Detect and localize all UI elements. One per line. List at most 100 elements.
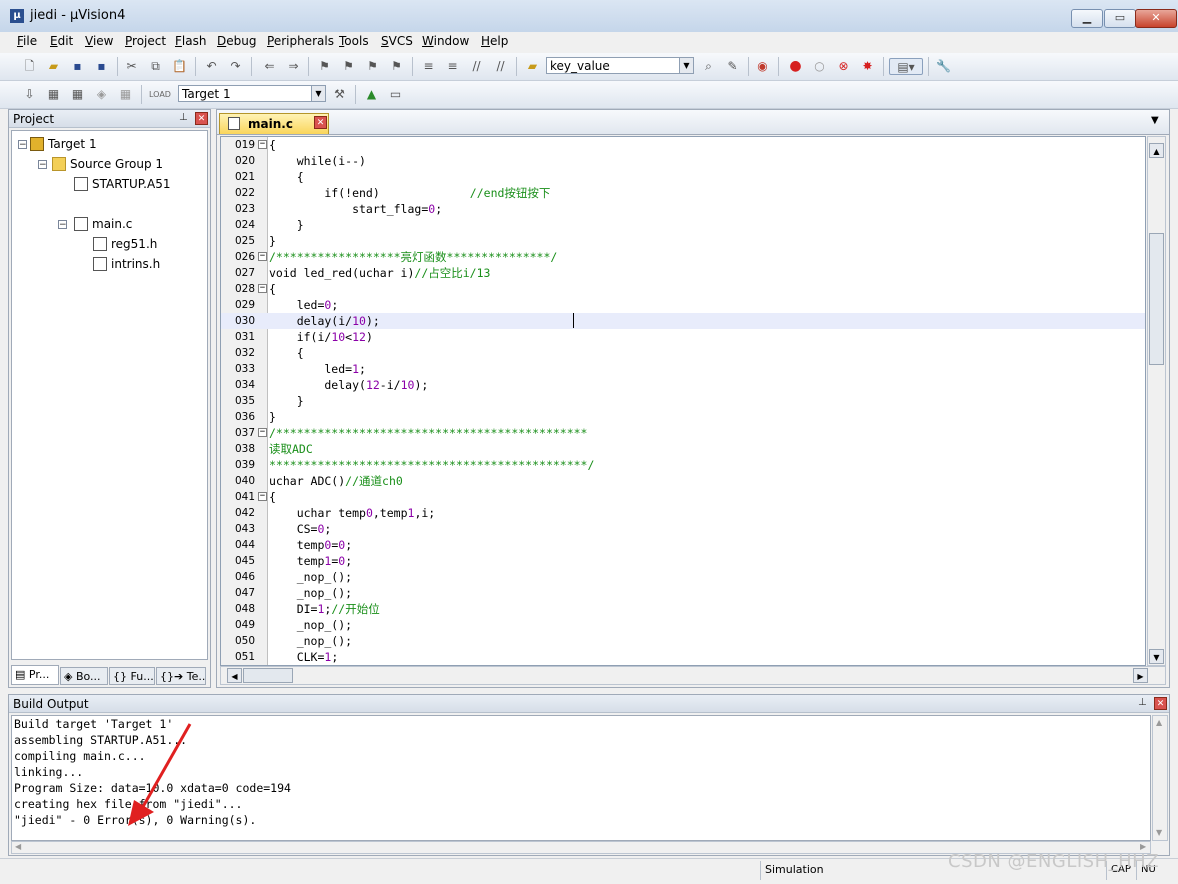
build-icon[interactable]: ▦ xyxy=(45,86,62,103)
menu-project[interactable]: Project xyxy=(125,34,166,48)
redo-icon[interactable]: ↷ xyxy=(227,58,244,75)
breakpoint-disable-all-icon[interactable]: ⊗ xyxy=(835,58,852,75)
chevron-down-icon[interactable]: ▼ xyxy=(311,86,325,101)
code-line[interactable]: 022 if(!end) //end按钮按下 xyxy=(221,185,1145,201)
tab-functions[interactable]: {} Fu... xyxy=(109,667,155,685)
scroll-left-icon[interactable]: ◀ xyxy=(227,668,242,683)
unindent-icon[interactable]: ≡ xyxy=(444,58,461,75)
menu-view[interactable]: View xyxy=(85,34,113,48)
bookmark-prev-icon[interactable]: ⚑ xyxy=(340,58,357,75)
select-packet-icon[interactable]: ▭ xyxy=(387,86,404,103)
code-line[interactable]: 030 delay(i/10); xyxy=(221,313,1145,329)
target-options-icon[interactable]: ⚒ xyxy=(331,86,348,103)
fold-toggle-icon[interactable]: − xyxy=(258,428,267,437)
pin-icon[interactable]: ⊥ xyxy=(1138,697,1147,708)
save-icon[interactable]: ▪ xyxy=(69,58,86,75)
code-line[interactable]: 048 DI=1;//开始位 xyxy=(221,601,1145,617)
build-vertical-scrollbar[interactable]: ▲ ▼ xyxy=(1152,715,1168,841)
incremental-find-icon[interactable]: ✎ xyxy=(724,58,741,75)
nav-forward-icon[interactable]: ⇒ xyxy=(285,58,302,75)
tab-templates[interactable]: {}➔ Te... xyxy=(156,667,206,685)
collapse-icon[interactable]: − xyxy=(38,160,47,170)
stop-build-icon[interactable]: ▦ xyxy=(117,86,134,103)
save-all-icon[interactable]: ▪ xyxy=(93,58,110,75)
uncomment-icon[interactable]: // xyxy=(492,58,509,75)
breakpoint-insert-icon[interactable]: ● xyxy=(787,58,804,75)
cut-icon[interactable]: ✂ xyxy=(123,58,140,75)
maximize-button[interactable]: ▭ xyxy=(1104,9,1136,28)
nav-back-icon[interactable]: ⇐ xyxy=(261,58,278,75)
debug-session-icon[interactable]: ◉ xyxy=(754,58,771,75)
target-combo[interactable]: Target 1 ▼ xyxy=(178,85,326,102)
paste-icon[interactable]: 📋 xyxy=(171,58,188,75)
code-line[interactable]: 032 { xyxy=(221,345,1145,361)
code-line[interactable]: 025} xyxy=(221,233,1145,249)
code-line[interactable]: 044 temp0=0; xyxy=(221,537,1145,553)
copy-icon[interactable]: ⧉ xyxy=(147,58,164,75)
translate-icon[interactable]: ⇩ xyxy=(21,86,38,103)
code-line[interactable]: 033 led=1; xyxy=(221,361,1145,377)
code-line[interactable]: 037−/***********************************… xyxy=(221,425,1145,441)
horizontal-scrollbar[interactable]: ◀ ▶ xyxy=(220,666,1166,685)
code-editor[interactable]: 019−{020 while(i--) 021 {022 if(!end) //e… xyxy=(220,136,1146,666)
code-line[interactable]: 046 _nop_(); xyxy=(221,569,1145,585)
code-line[interactable]: 019−{ xyxy=(221,137,1145,153)
scroll-up-icon[interactable]: ▲ xyxy=(1156,718,1162,727)
bookmark-next-icon[interactable]: ⚑ xyxy=(364,58,381,75)
tab-books[interactable]: ◈ Bo... xyxy=(60,667,108,685)
comment-icon[interactable]: // xyxy=(468,58,485,75)
code-line[interactable]: 047 _nop_(); xyxy=(221,585,1145,601)
code-line[interactable]: 038 读取ADC xyxy=(221,441,1145,457)
code-line[interactable]: 049 _nop_(); xyxy=(221,617,1145,633)
code-line[interactable]: 034 delay(12-i/10); xyxy=(221,377,1145,393)
code-line[interactable]: 027 void led_red(uchar i)//占空比i/13 xyxy=(221,265,1145,281)
rebuild-icon[interactable]: ▦ xyxy=(69,86,86,103)
code-line[interactable]: 021 { xyxy=(221,169,1145,185)
close-tab-icon[interactable]: ✕ xyxy=(314,116,327,129)
find-in-files-icon[interactable]: ▰ xyxy=(524,58,541,75)
tree-target[interactable]: Target 1 xyxy=(30,135,97,153)
scroll-thumb[interactable] xyxy=(243,668,293,683)
menu-window[interactable]: Window xyxy=(422,34,469,48)
fold-toggle-icon[interactable]: − xyxy=(258,492,267,501)
code-line[interactable]: 051 CLK=1; xyxy=(221,649,1145,665)
batch-build-icon[interactable]: ◈ xyxy=(93,86,110,103)
scroll-down-icon[interactable]: ▼ xyxy=(1156,828,1162,837)
menu-svcs[interactable]: SVCS xyxy=(381,34,413,48)
tab-main-c[interactable]: main.c xyxy=(219,113,329,134)
close-icon[interactable]: ✕ xyxy=(1154,697,1167,710)
breakpoint-kill-all-icon[interactable]: ✸ xyxy=(859,58,876,75)
menu-edit[interactable]: Edit xyxy=(50,34,73,48)
configure-icon[interactable]: 🔧 xyxy=(935,58,952,75)
scroll-right-icon[interactable]: ▶ xyxy=(1140,842,1146,851)
indent-icon[interactable]: ≡ xyxy=(420,58,437,75)
open-folder-icon[interactable]: ▰ xyxy=(45,58,62,75)
menu-help[interactable]: Help xyxy=(481,34,508,48)
code-line[interactable]: 031 if(i/10<12) xyxy=(221,329,1145,345)
fold-toggle-icon[interactable]: − xyxy=(258,252,267,261)
scroll-right-icon[interactable]: ▶ xyxy=(1133,668,1148,683)
tree-file-startup[interactable]: STARTUP.A51 xyxy=(74,175,170,193)
window-layout-icon[interactable]: ▤▾ xyxy=(889,58,923,75)
scroll-thumb[interactable] xyxy=(1149,233,1164,365)
code-line[interactable]: 042 uchar temp0,temp1,i; xyxy=(221,505,1145,521)
pin-icon[interactable]: ⊥ xyxy=(179,112,188,123)
collapse-icon[interactable]: − xyxy=(18,140,27,150)
fold-toggle-icon[interactable]: − xyxy=(258,284,267,293)
code-line[interactable]: 028−{ xyxy=(221,281,1145,297)
code-line[interactable]: 036} xyxy=(221,409,1145,425)
vertical-scrollbar[interactable]: ▲ ▼ xyxy=(1147,136,1166,666)
find-icon[interactable]: ⌕ xyxy=(700,58,717,75)
tab-project[interactable]: ▤ Pr... xyxy=(11,665,59,685)
code-line[interactable]: 040 uchar ADC()//通道ch0 xyxy=(221,473,1145,489)
fold-toggle-icon[interactable]: − xyxy=(258,140,267,149)
scroll-up-icon[interactable]: ▲ xyxy=(1149,143,1164,158)
menu-flash[interactable]: Flash xyxy=(175,34,206,48)
tree-file-intrins[interactable]: intrins.h xyxy=(93,255,160,273)
menu-tools[interactable]: Tools xyxy=(339,34,369,48)
code-line[interactable]: 035 } xyxy=(221,393,1145,409)
tab-list-icon[interactable]: ▼ xyxy=(1151,115,1159,126)
menu-debug[interactable]: Debug xyxy=(217,34,256,48)
code-line[interactable]: 020 while(i--) xyxy=(221,153,1145,169)
scroll-left-icon[interactable]: ◀ xyxy=(15,842,21,851)
